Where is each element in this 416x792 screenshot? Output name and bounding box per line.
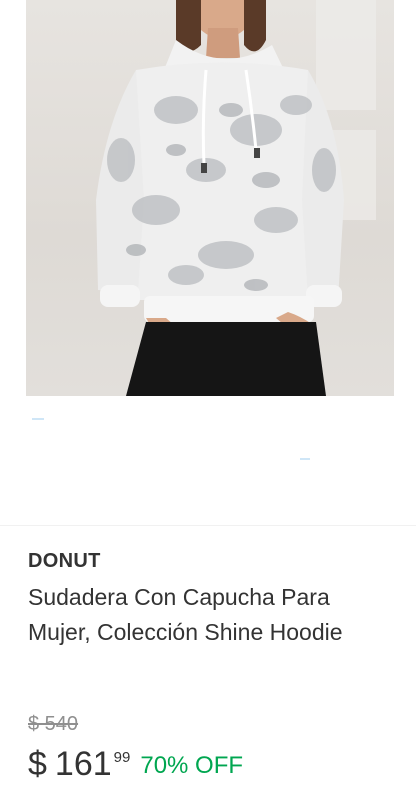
- product-info: DONUT Sudadera Con Capucha Para Mujer, C…: [28, 548, 398, 650]
- price-currency: $: [28, 745, 47, 783]
- price-cents: 99: [113, 749, 131, 766]
- price-amount: 161: [54, 745, 112, 783]
- discount-badge: 70% OFF: [140, 752, 244, 779]
- product-image-gallery[interactable]: [0, 0, 416, 400]
- price-row: $ 161 99 70% OFF: [28, 741, 243, 791]
- product-photo[interactable]: [26, 0, 394, 396]
- gallery-indicator: [32, 418, 44, 420]
- product-title: Sudadera Con Capucha Para Mujer, Colecci…: [28, 584, 343, 645]
- hoodie-illustration: [96, 0, 376, 396]
- original-price: $ 540: [28, 713, 79, 735]
- gallery-thumbnail-strip: [0, 400, 416, 510]
- brand-name[interactable]: DONUT: [28, 548, 398, 574]
- section-divider: [0, 525, 416, 526]
- gallery-indicator: [300, 458, 310, 460]
